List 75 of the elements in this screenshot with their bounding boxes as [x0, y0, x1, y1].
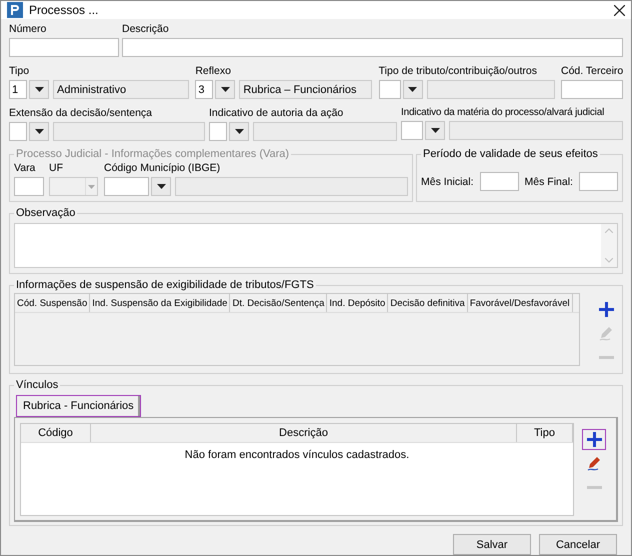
code-field[interactable]: 3: [195, 80, 214, 99]
field-label: Mês Final:: [524, 176, 573, 188]
column-header: Favorável/Desfavorável: [468, 294, 573, 312]
field-label: Extensão da decisão/sentença: [9, 107, 154, 119]
field-label: Número: [9, 23, 48, 35]
dropdown-button[interactable]: [229, 122, 249, 141]
dropdown-arrow-icon: [234, 129, 244, 134]
text-field[interactable]: [14, 177, 44, 196]
code-field[interactable]: [401, 121, 423, 140]
plus-icon: [586, 432, 602, 447]
field-label: Código Município (IBGE): [104, 162, 222, 174]
column-header: Dt. Decisão/Sentença: [230, 294, 328, 312]
pencil-icon: [586, 456, 602, 471]
dropdown-arrow-icon: [34, 87, 44, 92]
month-field[interactable]: [480, 172, 519, 191]
field-label: Descrição: [122, 23, 170, 35]
field-label: Vara: [14, 162, 36, 174]
empty-message: Não foram encontrados vínculos cadastrados.: [184, 449, 410, 461]
minus-icon: [598, 356, 614, 360]
column-header: Decisão definitiva: [388, 294, 468, 312]
add-button[interactable]: [582, 429, 606, 450]
code-field[interactable]: [9, 122, 27, 141]
dialog-button[interactable]: Salvar: [453, 534, 531, 555]
field-label: Tipo: [9, 65, 30, 77]
group-title: Processo Judicial - Informações complementares (Vara): [15, 148, 290, 160]
field-label: UF: [49, 162, 64, 174]
tab[interactable]: Rubrica - Funcionários: [16, 395, 141, 417]
dropdown-button[interactable]: [402, 80, 423, 99]
dropdown-arrow-icon: [430, 128, 440, 133]
month-field[interactable]: [578, 172, 618, 191]
plus-icon: [598, 302, 614, 317]
description-field: Rubrica – Funcionários: [239, 80, 372, 99]
pencil-icon: [598, 326, 614, 341]
scroll-up-icon[interactable]: [605, 228, 613, 233]
observation-textarea[interactable]: [14, 223, 618, 268]
group-title: Observação: [15, 207, 76, 219]
dropdown-arrow-icon: [220, 87, 230, 92]
group-title: Informações de suspensão de exigibilidade de tributos/FGTS: [15, 279, 315, 291]
field-label: Indicativo de autoria da ação: [209, 107, 344, 119]
column-header: Ind. Suspensão da Exigibilidade: [90, 294, 230, 312]
dropdown-button[interactable]: [425, 121, 445, 140]
close-icon[interactable]: [614, 4, 625, 16]
code-field[interactable]: [209, 122, 227, 141]
description-field: Administrativo: [53, 80, 189, 99]
column-header: Tipo: [517, 424, 573, 442]
group-title: Vínculos: [15, 379, 60, 391]
dropdown-button[interactable]: [29, 80, 49, 99]
scroll-down-icon[interactable]: [605, 258, 613, 263]
field-label: Tipo de tributo/contribuição/outros: [378, 65, 538, 77]
minus-icon: [586, 486, 602, 490]
column-header: Ind. Depósito: [327, 294, 388, 312]
window-title: Processos ...: [29, 3, 100, 17]
code-field[interactable]: 1: [9, 80, 27, 99]
column-header: Código: [21, 424, 91, 442]
text-field[interactable]: [560, 80, 623, 99]
dropdown-arrow-icon: [88, 184, 95, 188]
dropdown-button[interactable]: [151, 177, 171, 196]
field-label: Reflexo: [195, 65, 232, 77]
column-header: Cód. Suspensão: [15, 294, 90, 312]
dropdown-arrow-icon: [408, 87, 418, 92]
field-label: Indicativo da matéria do processo/alvará judicial: [401, 107, 606, 118]
field-label: Mês Inicial:: [421, 176, 474, 188]
field-label: Cód. Terceiro: [560, 65, 623, 77]
dropdown-button[interactable]: [215, 80, 236, 99]
dropdown-arrow-icon: [34, 129, 44, 134]
code-field[interactable]: [104, 177, 149, 196]
scrollbar[interactable]: [601, 224, 617, 267]
column-header: Descrição: [91, 424, 517, 442]
dialog-button[interactable]: Cancelar: [539, 534, 617, 555]
code-field[interactable]: [378, 80, 401, 99]
dropdown-button[interactable]: [29, 122, 49, 141]
text-field[interactable]: [122, 38, 623, 57]
text-field[interactable]: [9, 38, 119, 57]
group-title: Período de validade de seus efeitos: [422, 148, 599, 160]
dropdown-arrow-icon: [156, 184, 166, 189]
